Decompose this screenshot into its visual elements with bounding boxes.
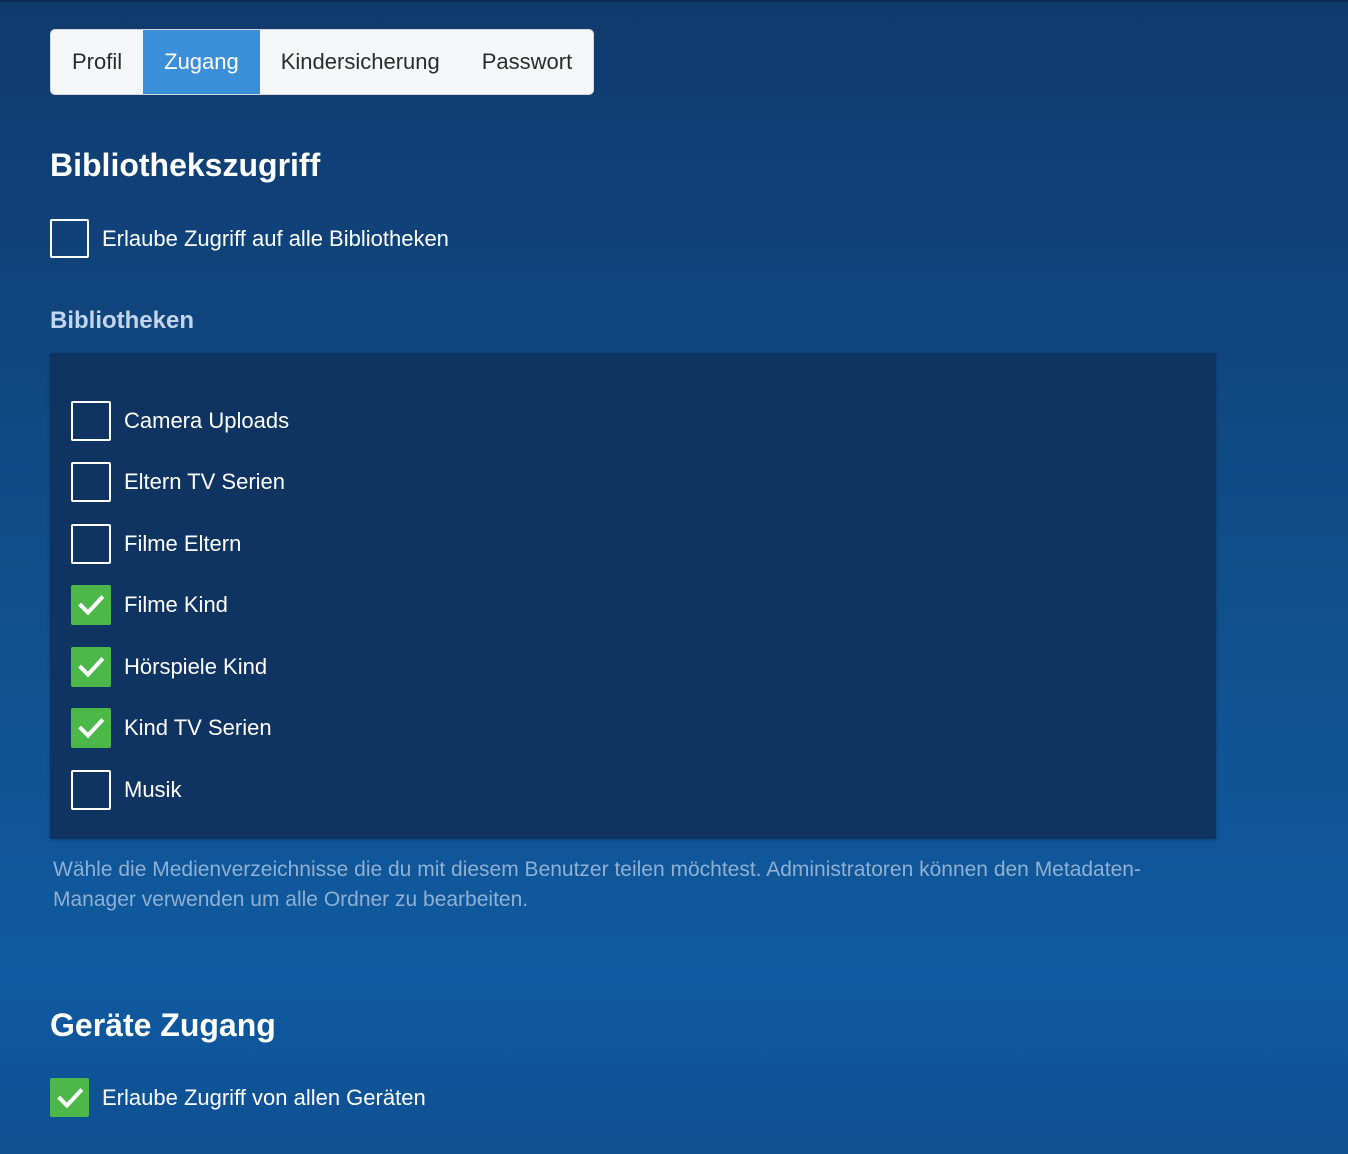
library-item: Musik [71, 759, 289, 821]
library-label: Hörspiele Kind [124, 653, 268, 679]
library-item: Hörspiele Kind [71, 636, 289, 698]
libraries-help-text: Wähle die Medienverzeichnisse die du mit… [53, 858, 1141, 911]
library-checkbox[interactable] [71, 523, 111, 564]
library-label: Eltern TV Serien [124, 469, 286, 495]
libraries-heading: Bibliotheken [50, 307, 195, 334]
library-access-heading: Bibliothekszugriff [50, 147, 321, 183]
device-access-heading: Geräte Zugang [50, 1007, 276, 1043]
library-item: Filme Kind [71, 575, 289, 637]
library-checkbox[interactable] [71, 646, 111, 687]
allow-all-libraries-checkbox[interactable] [50, 219, 89, 258]
library-label: Filme Eltern [124, 530, 242, 556]
library-label: Kind TV Serien [124, 715, 272, 741]
tab-profil[interactable]: Profil [51, 30, 143, 94]
allow-all-devices-label: Erlaube Zugriff von allen Geräten [102, 1084, 426, 1110]
check-icon [56, 1087, 83, 1108]
allow-all-libraries-row: Erlaube Zugriff auf alle Bibliotheken [50, 219, 449, 258]
library-checkbox[interactable] [71, 708, 111, 749]
library-item: Eltern TV Serien [71, 452, 289, 514]
tab-kindersicherung[interactable]: Kindersicherung [260, 30, 461, 94]
library-label: Camera Uploads [124, 407, 290, 433]
tab-label: Kindersicherung [280, 49, 440, 74]
tab-zugang[interactable]: Zugang [143, 30, 260, 94]
window-top-border [0, 0, 1348, 2]
library-item: Filme Eltern [71, 513, 289, 575]
library-item: Kind TV Serien [71, 698, 289, 760]
tab-label: Zugang [164, 49, 239, 74]
library-checkbox[interactable] [71, 585, 111, 626]
check-icon [78, 595, 105, 616]
library-label: Filme Kind [124, 592, 228, 618]
tab-bar: Profil Zugang Kindersicherung Passwort [50, 29, 595, 95]
library-item: Camera Uploads [71, 390, 289, 452]
libraries-list: Camera Uploads Eltern TV Serien Filme Elte… [71, 390, 289, 821]
library-checkbox[interactable] [71, 769, 111, 810]
library-checkbox[interactable] [71, 462, 111, 503]
allow-all-libraries-label: Erlaube Zugriff auf alle Bibliotheken [102, 225, 449, 251]
library-label: Musik [124, 776, 182, 802]
allow-all-devices-row: Erlaube Zugriff von allen Geräten [50, 1078, 426, 1117]
tab-label: Passwort [481, 49, 573, 74]
tab-label: Profil [72, 49, 123, 74]
check-icon [78, 718, 105, 739]
library-checkbox[interactable] [71, 400, 111, 441]
allow-all-devices-checkbox[interactable] [50, 1078, 89, 1117]
tab-passwort[interactable]: Passwort [461, 30, 593, 94]
check-icon [78, 656, 105, 678]
libraries-list-panel: Camera Uploads Eltern TV Serien Filme Elte… [50, 353, 1216, 839]
